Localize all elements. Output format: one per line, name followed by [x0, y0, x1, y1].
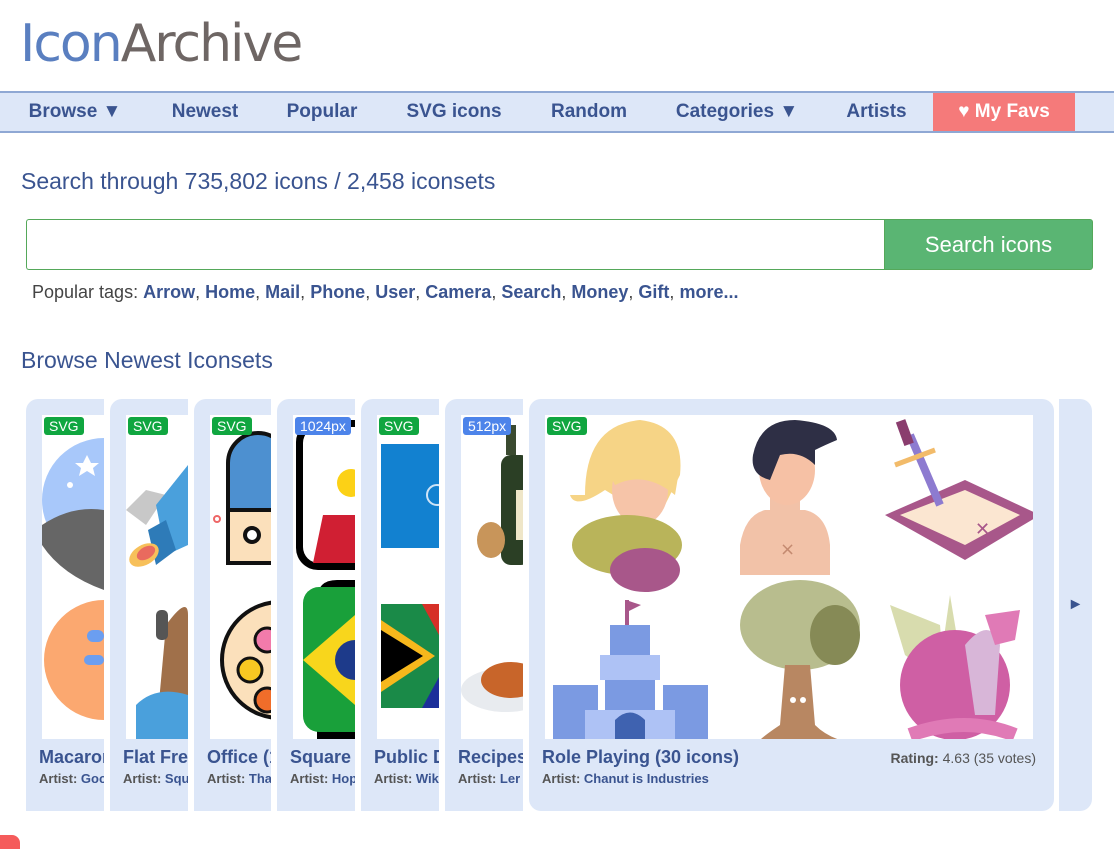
- man-icon: ×: [740, 420, 837, 575]
- format-badge: SVG: [379, 417, 419, 435]
- search-form: Search icons: [26, 219, 1093, 270]
- iconset-card[interactable]: SVG Flat Free Artist: Squ: [110, 399, 188, 811]
- nav-random[interactable]: Random: [524, 93, 654, 131]
- iconset-card[interactable]: 1024px Square Artist: Hop: [277, 399, 355, 811]
- tag-link[interactable]: Home: [205, 282, 255, 302]
- nav-artists[interactable]: Artists: [820, 93, 933, 131]
- nav-popular[interactable]: Popular: [260, 93, 384, 131]
- nav-my-favs[interactable]: ♥ My Favs: [933, 93, 1075, 131]
- logo-icon-text: Icon: [20, 14, 123, 74]
- nav-svg-icons[interactable]: SVG icons: [384, 93, 524, 131]
- main-nav: Browse ▼ Newest Popular SVG icons Random…: [0, 91, 1114, 133]
- format-badge: 1024px: [295, 417, 351, 435]
- treasure-map-icon: ✕: [885, 419, 1033, 560]
- format-badge: 512px: [463, 417, 512, 435]
- iconset-title[interactable]: Office (1: [207, 747, 271, 768]
- tag-link[interactable]: Search: [501, 282, 561, 302]
- tag-link[interactable]: Money: [571, 282, 628, 302]
- iconset-preview[interactable]: SVG: [377, 415, 439, 739]
- artist-link[interactable]: Squ: [165, 771, 188, 786]
- svg-text:×: ×: [780, 539, 795, 560]
- dragon-icon: [890, 595, 1020, 739]
- iconset-artist: Artist: Tha: [207, 771, 271, 786]
- artist-link[interactable]: Goo: [81, 771, 104, 786]
- iconset-card[interactable]: SVG Macaroni Artist: Goo: [26, 399, 104, 811]
- iconset-preview[interactable]: SVG: [42, 415, 104, 739]
- format-badge: SVG: [547, 417, 587, 435]
- preview-image: [213, 431, 271, 720]
- iconset-artist: Artist: Wik: [374, 771, 439, 786]
- iconset-rating: Rating: 4.63 (35 votes): [891, 750, 1037, 766]
- format-badge: SVG: [212, 417, 252, 435]
- tree-ent-icon: [740, 580, 860, 739]
- tag-link[interactable]: Mail: [265, 282, 300, 302]
- iconset-artist: Artist: Goo: [39, 771, 104, 786]
- tag-link[interactable]: User: [375, 282, 415, 302]
- iconset-title[interactable]: Flat Free: [123, 747, 188, 768]
- nav-newest[interactable]: Newest: [150, 93, 260, 131]
- iconset-card[interactable]: SVG Public D Artist: Wik: [361, 399, 439, 811]
- iconset-artist: Artist: Hop: [290, 771, 355, 786]
- tag-link[interactable]: Gift: [638, 282, 669, 302]
- artist-link[interactable]: Tha: [249, 771, 271, 786]
- format-badge: SVG: [128, 417, 168, 435]
- nav-categories[interactable]: Categories ▼: [654, 93, 820, 131]
- iconset-title[interactable]: Square: [290, 747, 351, 768]
- artist-link[interactable]: Chanut is Industries: [584, 771, 709, 786]
- search-headline: Search through 735,802 icons / 2,458 ico…: [21, 168, 496, 194]
- search-button[interactable]: Search icons: [884, 219, 1093, 270]
- svg-text:✕: ✕: [975, 519, 990, 540]
- site-logo[interactable]: IconArchive: [20, 14, 304, 74]
- feedback-badge[interactable]: [0, 835, 20, 849]
- tag-more-link[interactable]: more...: [679, 282, 738, 302]
- artist-link[interactable]: Wik: [416, 771, 439, 786]
- preview-image: [381, 444, 439, 708]
- iconset-title[interactable]: Role Playing (30 icons): [542, 747, 739, 768]
- artist-link[interactable]: Ler: [500, 771, 520, 786]
- iconset-preview[interactable]: 512px: [461, 415, 523, 739]
- format-badge: SVG: [44, 417, 84, 435]
- tag-link[interactable]: Arrow: [143, 282, 195, 302]
- preview-image: [296, 420, 355, 739]
- tag-link[interactable]: Camera: [425, 282, 491, 302]
- castle-icon: [553, 600, 708, 739]
- preview-image: × ✕: [553, 419, 1033, 739]
- artist-link[interactable]: Hop: [332, 771, 355, 786]
- iconset-preview[interactable]: SVG × ✕: [545, 415, 1033, 739]
- iconset-artist: Artist: Squ: [123, 771, 188, 786]
- search-input[interactable]: [26, 219, 884, 270]
- section-title: Browse Newest Iconsets: [21, 347, 273, 373]
- rating-label: Rating:: [890, 750, 939, 766]
- iconset-title[interactable]: Recipes: [458, 747, 523, 768]
- iconset-artist: Artist: Chanut is Industries: [542, 771, 709, 786]
- iconset-preview[interactable]: SVG: [210, 415, 271, 739]
- popular-tags: Popular tags: Arrow, Home, Mail, Phone, …: [32, 282, 739, 302]
- preview-image: [42, 438, 104, 720]
- iconset-title[interactable]: Public D: [374, 747, 439, 768]
- nav-browse[interactable]: Browse ▼: [0, 93, 150, 131]
- iconset-card[interactable]: SVG Office (1 Artist: Tha: [194, 399, 271, 811]
- popular-tags-label: Popular tags:: [32, 282, 139, 302]
- elf-icon: [570, 420, 682, 592]
- tag-link[interactable]: Phone: [310, 282, 365, 302]
- preview-image: [461, 425, 523, 712]
- iconset-preview[interactable]: 1024px: [293, 415, 355, 739]
- preview-image: [126, 465, 188, 739]
- logo-archive-text: Archive: [120, 14, 304, 74]
- arrow-right-icon: ►: [1067, 596, 1084, 613]
- iconset-card-featured[interactable]: SVG × ✕ Role Playing (30 icons) Artist: …: [529, 399, 1054, 811]
- carousel-next-button[interactable]: ►: [1059, 399, 1092, 811]
- iconset-artist: Artist: Ler: [458, 771, 521, 786]
- rating-value: 4.63 (35 votes): [942, 750, 1036, 766]
- iconset-card[interactable]: 512px Recipes Artist: Ler: [445, 399, 523, 811]
- iconset-preview[interactable]: SVG: [126, 415, 188, 739]
- iconset-title[interactable]: Macaroni: [39, 747, 104, 768]
